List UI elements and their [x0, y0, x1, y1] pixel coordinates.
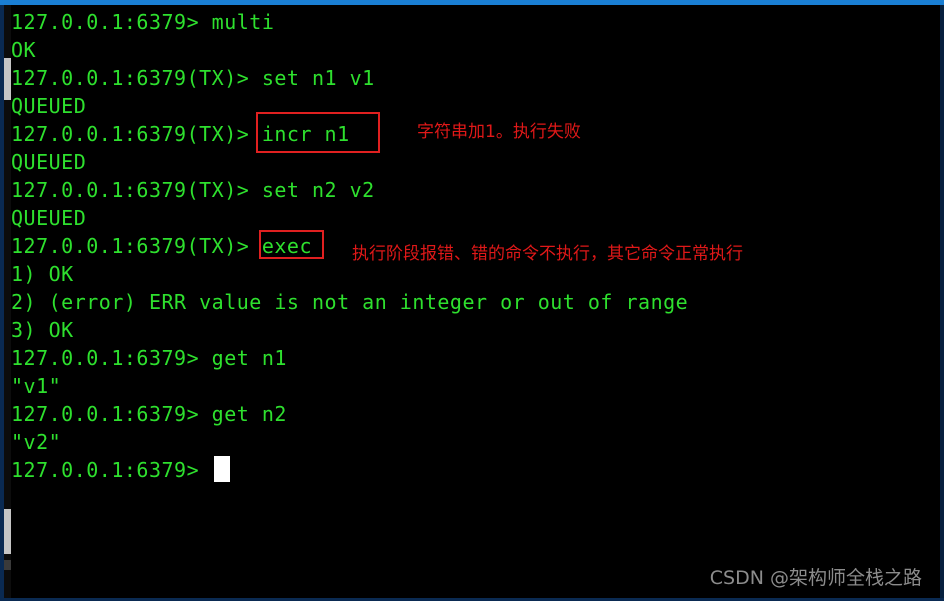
terminal-line: "v1"	[11, 374, 62, 398]
terminal-line: QUEUED	[11, 150, 87, 174]
terminal-window: 127.0.0.1:6379> multi OK 127.0.0.1:6379(…	[0, 0, 944, 601]
terminal-line: 127.0.0.1:6379> get n2	[11, 402, 287, 426]
terminal-line: 1) OK	[11, 262, 74, 286]
terminal-line: 127.0.0.1:6379(TX)> exec	[11, 234, 312, 258]
terminal-line: 127.0.0.1:6379(TX)> set n2 v2	[11, 178, 375, 202]
terminal-line: 3) OK	[11, 318, 74, 342]
terminal-line: 2) (error) ERR value is not an integer o…	[11, 290, 689, 314]
terminal-output-area[interactable]: 127.0.0.1:6379> multi OK 127.0.0.1:6379(…	[11, 5, 940, 598]
terminal-line: 127.0.0.1:6379(TX)> incr n1	[11, 122, 350, 146]
terminal-line: 127.0.0.1:6379> multi	[11, 10, 275, 34]
annotation-incr-note: 字符串加1。执行失败	[417, 122, 581, 142]
terminal-line: QUEUED	[11, 94, 87, 118]
terminal-line: 127.0.0.1:6379(TX)> set n1 v1	[11, 66, 375, 90]
terminal-line: "v2"	[11, 430, 62, 454]
annotation-exec-note: 执行阶段报错、错的命令不执行，其它命令正常执行	[352, 244, 743, 264]
scrollbar-thumb-secondary[interactable]	[4, 560, 11, 570]
terminal-line-prompt: 127.0.0.1:6379>	[11, 458, 212, 482]
csdn-watermark: CSDN @架构师全栈之路	[709, 567, 922, 589]
terminal-line: QUEUED	[11, 206, 87, 230]
terminal-line: OK	[11, 38, 37, 62]
scrollbar-thumb[interactable]	[4, 58, 11, 100]
terminal-line: 127.0.0.1:6379> get n1	[11, 346, 287, 370]
text-cursor	[214, 456, 230, 482]
scrollbar-thumb[interactable]	[4, 509, 11, 554]
window-right-border	[940, 5, 944, 601]
